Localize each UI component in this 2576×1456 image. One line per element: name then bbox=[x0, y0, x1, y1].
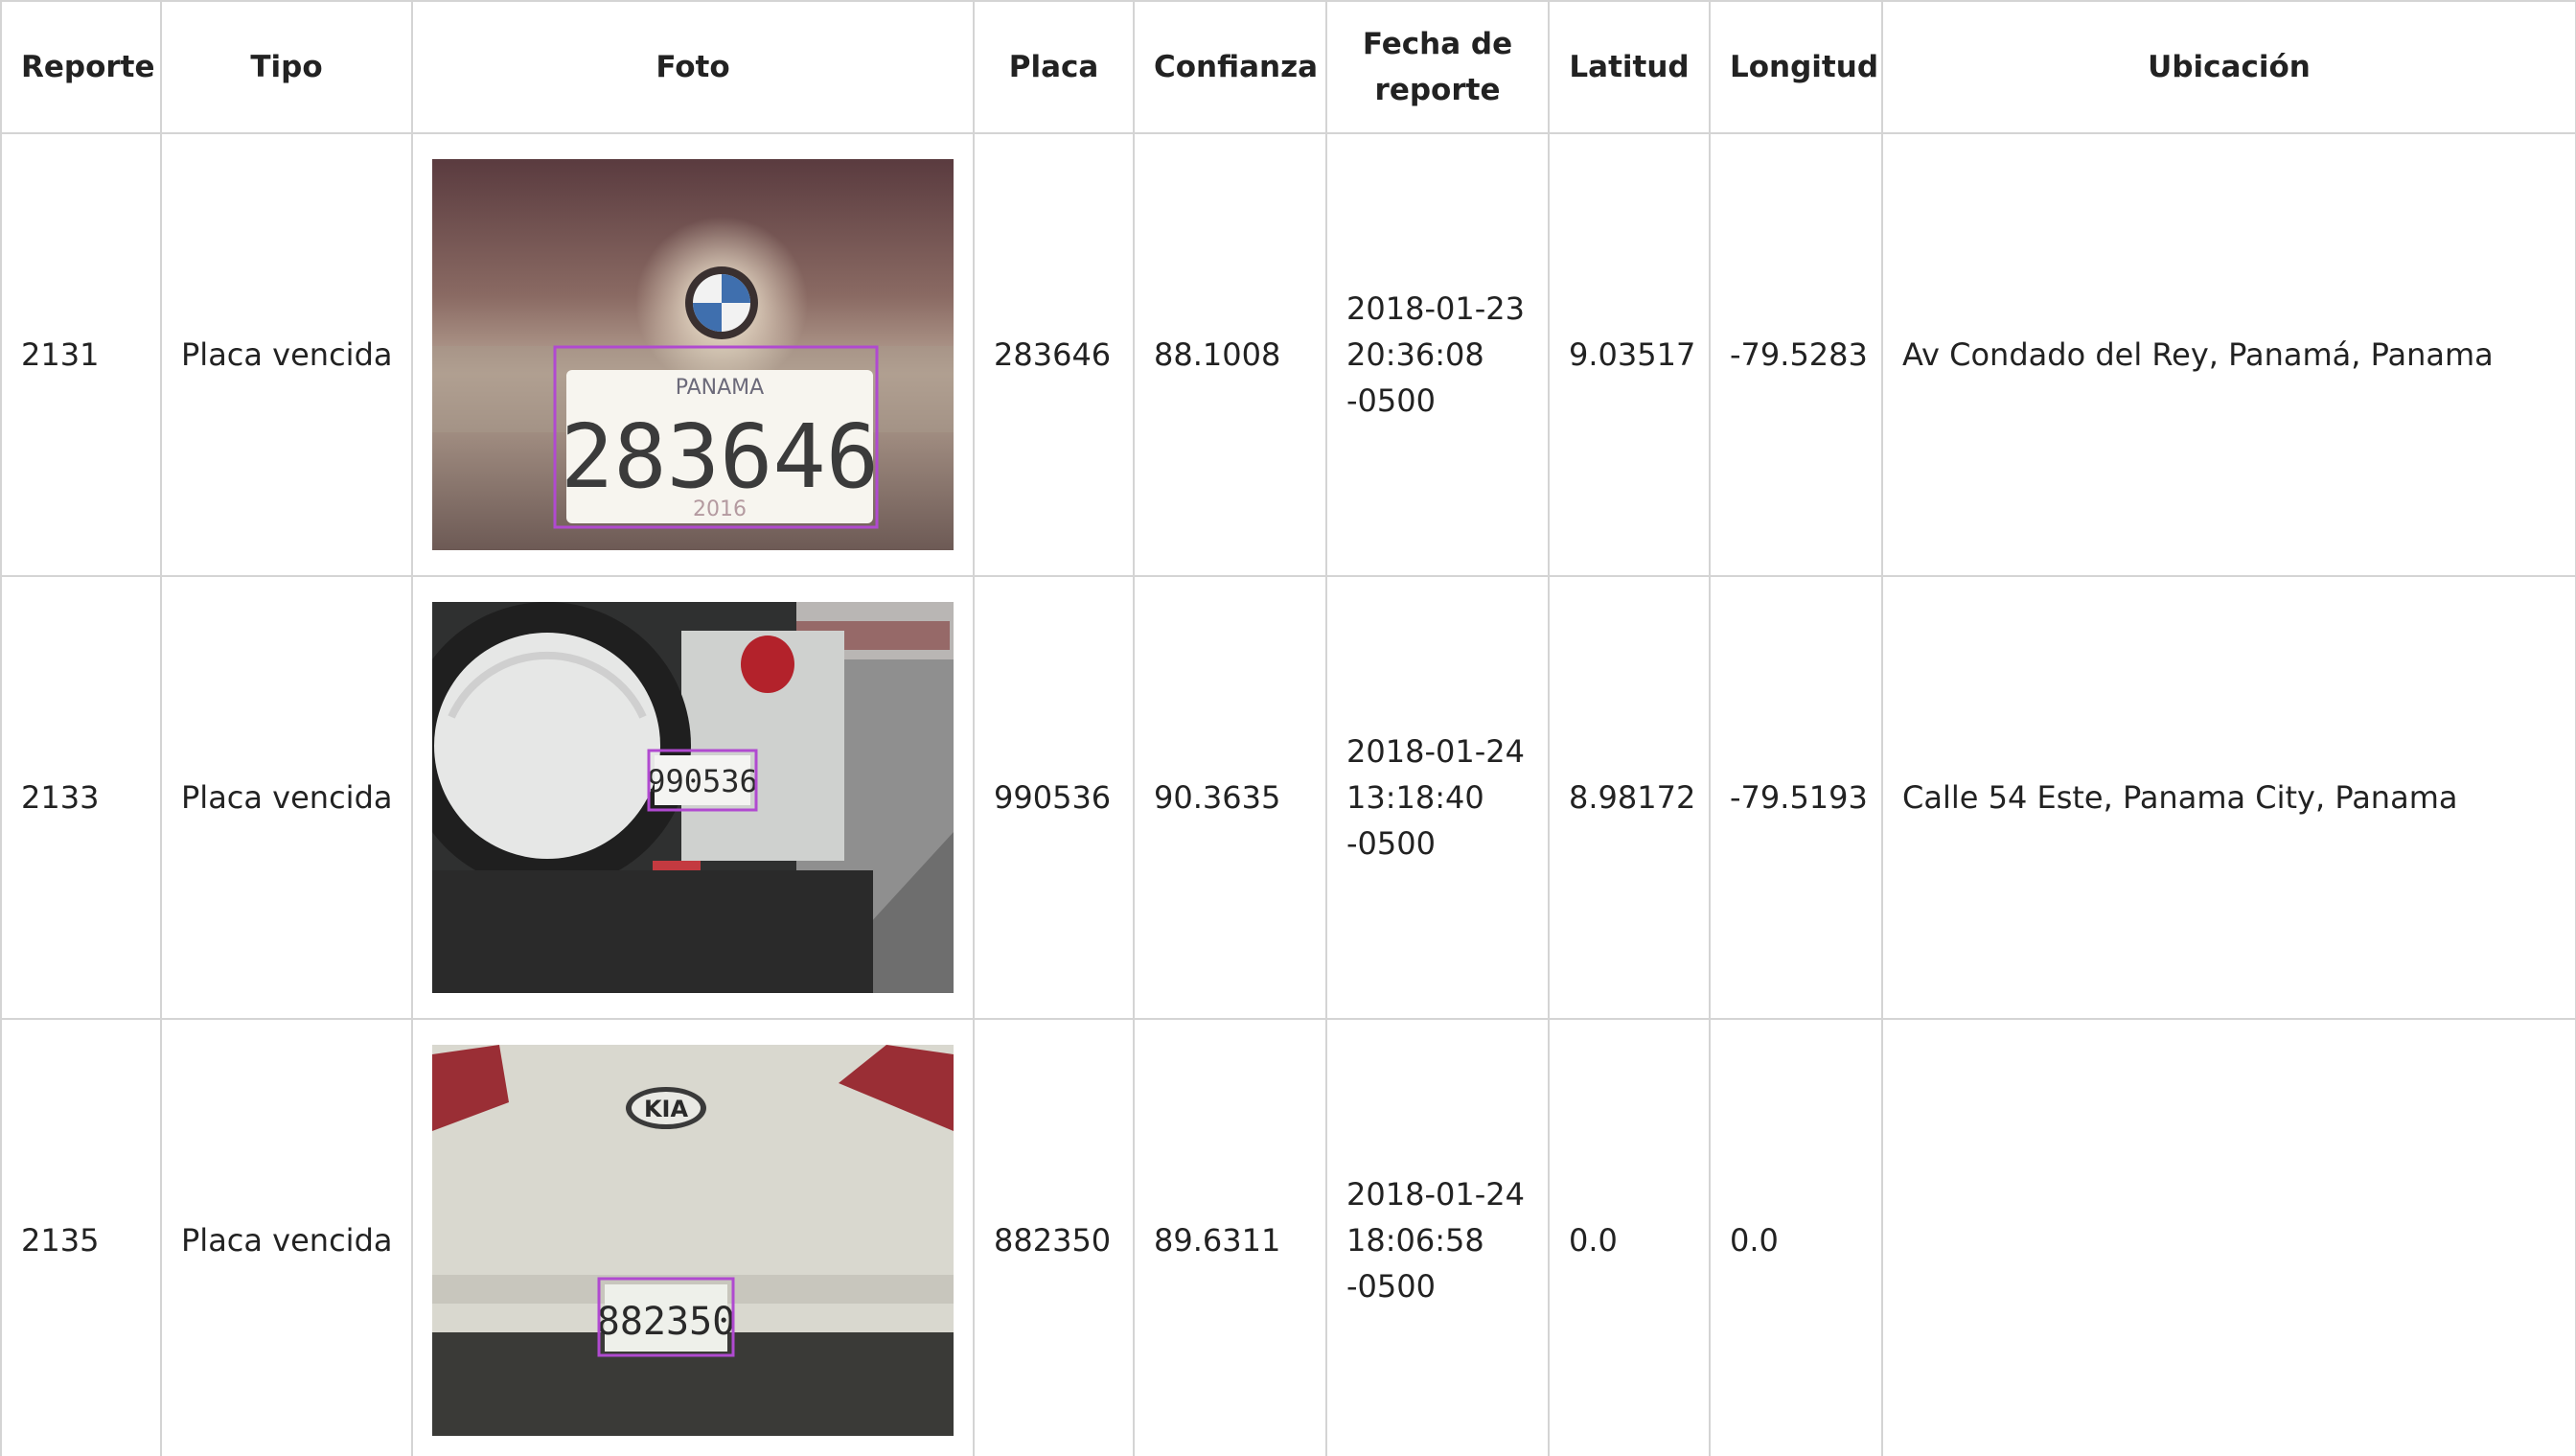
cell-longitud: 0.0 bbox=[1709, 1018, 1883, 1456]
cell-latitud: 8.98172 bbox=[1548, 575, 1711, 1020]
cell-reporte: 2133 bbox=[0, 575, 162, 1020]
fecha-date: 2018-01-23 bbox=[1346, 290, 1525, 327]
cell-reporte: 2135 bbox=[0, 1018, 162, 1456]
cell-ubicacion: Av Condado del Rey, Panamá, Panama bbox=[1881, 132, 2576, 577]
cell-fecha: 2018-01-24 18:06:58 -0500 bbox=[1325, 1018, 1550, 1456]
cell-placa: 990536 bbox=[973, 575, 1135, 1020]
fecha-date: 2018-01-24 bbox=[1346, 733, 1525, 770]
svg-text:882350: 882350 bbox=[597, 1300, 736, 1344]
kia-rear-photo: KIA 882350 bbox=[432, 1045, 954, 1436]
header-foto[interactable]: Foto bbox=[411, 0, 975, 134]
header-fecha[interactable]: Fecha de reporte bbox=[1325, 0, 1550, 134]
fecha-offset: -0500 bbox=[1346, 382, 1436, 419]
fecha-offset: -0500 bbox=[1346, 825, 1436, 862]
reports-table: Reporte Tipo Foto Placa Confianza Fecha … bbox=[0, 0, 2576, 1456]
cell-confianza: 88.1008 bbox=[1133, 132, 1327, 577]
header-tipo[interactable]: Tipo bbox=[160, 0, 413, 134]
bmw-rear-photo: PANAMA 283646 2016 bbox=[432, 159, 954, 550]
suv-rear-photo: 990536 bbox=[432, 602, 954, 993]
cell-latitud: 9.03517 bbox=[1548, 132, 1711, 577]
table-row[interactable]: 2133 Placa vencida 990536 990536 90.3635… bbox=[0, 575, 2576, 1020]
cell-tipo: Placa vencida bbox=[160, 132, 413, 577]
header-row: Reporte Tipo Foto Placa Confianza Fecha … bbox=[0, 0, 2576, 134]
svg-text:2016: 2016 bbox=[693, 497, 747, 521]
header-latitud[interactable]: Latitud bbox=[1548, 0, 1711, 134]
header-ubicacion[interactable]: Ubicación bbox=[1881, 0, 2576, 134]
fecha-time: 13:18:40 bbox=[1346, 779, 1484, 816]
reports-viewport[interactable]: Reporte Tipo Foto Placa Confianza Fecha … bbox=[0, 0, 2576, 1456]
cell-ubicacion: Calle 54 Este, Panama City, Panama bbox=[1881, 575, 2576, 1020]
cell-longitud: -79.5193 bbox=[1709, 575, 1883, 1020]
cell-confianza: 89.6311 bbox=[1133, 1018, 1327, 1456]
cell-tipo: Placa vencida bbox=[160, 1018, 413, 1456]
table-row[interactable]: 2131 Placa vencida PANAMA 283646 2016 28… bbox=[0, 132, 2576, 577]
cell-placa: 882350 bbox=[973, 1018, 1135, 1456]
fecha-offset: -0500 bbox=[1346, 1268, 1436, 1305]
cell-reporte: 2131 bbox=[0, 132, 162, 577]
cell-latitud: 0.0 bbox=[1548, 1018, 1711, 1456]
plate-photo[interactable]: 990536 bbox=[432, 602, 954, 993]
cell-tipo: Placa vencida bbox=[160, 575, 413, 1020]
header-fecha-line2: reporte bbox=[1374, 73, 1501, 107]
svg-text:990536: 990536 bbox=[647, 763, 758, 799]
plate-photo[interactable]: KIA 882350 bbox=[432, 1045, 954, 1436]
svg-text:283646: 283646 bbox=[561, 405, 879, 508]
header-confianza[interactable]: Confianza bbox=[1133, 0, 1327, 134]
fecha-date: 2018-01-24 bbox=[1346, 1176, 1525, 1213]
svg-text:PANAMA: PANAMA bbox=[676, 376, 764, 400]
cell-fecha: 2018-01-24 13:18:40 -0500 bbox=[1325, 575, 1550, 1020]
fecha-time: 20:36:08 bbox=[1346, 336, 1484, 373]
cell-ubicacion bbox=[1881, 1018, 2576, 1456]
cell-foto: KIA 882350 bbox=[411, 1018, 975, 1456]
cell-placa: 283646 bbox=[973, 132, 1135, 577]
header-reporte[interactable]: Reporte bbox=[0, 0, 162, 134]
header-fecha-line1: Fecha de bbox=[1362, 27, 1513, 61]
header-placa[interactable]: Placa bbox=[973, 0, 1135, 134]
cell-foto: PANAMA 283646 2016 bbox=[411, 132, 975, 577]
cell-fecha: 2018-01-23 20:36:08 -0500 bbox=[1325, 132, 1550, 577]
fecha-time: 18:06:58 bbox=[1346, 1222, 1484, 1259]
table-row[interactable]: 2135 Placa vencida KIA 882350 882350 89.… bbox=[0, 1018, 2576, 1456]
header-longitud[interactable]: Longitud bbox=[1709, 0, 1883, 134]
svg-text:KIA: KIA bbox=[644, 1096, 689, 1122]
cell-foto: 990536 bbox=[411, 575, 975, 1020]
cell-confianza: 90.3635 bbox=[1133, 575, 1327, 1020]
cell-longitud: -79.5283 bbox=[1709, 132, 1883, 577]
plate-photo[interactable]: PANAMA 283646 2016 bbox=[432, 159, 954, 550]
